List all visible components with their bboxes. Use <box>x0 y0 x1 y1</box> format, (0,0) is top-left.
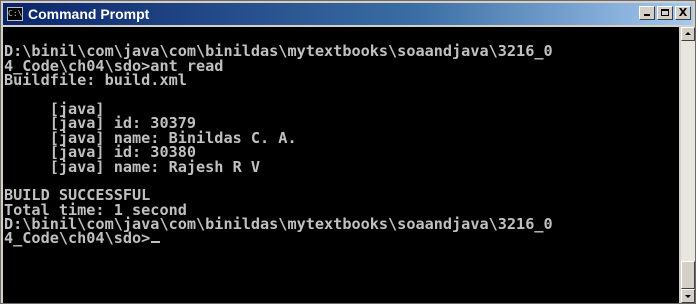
console-text: D:\binil\com\java\com\binildas\mytextboo… <box>3 27 679 246</box>
window-title: Command Prompt <box>28 6 150 22</box>
close-button[interactable]: X <box>675 6 691 20</box>
minimize-button[interactable] <box>639 6 655 20</box>
maximize-button[interactable] <box>657 6 673 20</box>
minimize-icon <box>644 14 650 16</box>
prompt-line: 4_Code\ch04\sdo> <box>4 229 679 248</box>
prompt-text: 4_Code\ch04\sdo> <box>4 229 151 248</box>
title-bar[interactable]: C:\ Command Prompt X <box>3 3 693 25</box>
cmd-icon[interactable]: C:\ <box>7 7 23 21</box>
arrow-up-icon <box>685 32 691 35</box>
arrow-down-icon <box>685 295 691 298</box>
scroll-down-button[interactable] <box>681 289 695 303</box>
scrollbar-thumb[interactable] <box>681 261 695 289</box>
vertical-scrollbar[interactable] <box>681 27 695 303</box>
console-output[interactable]: D:\binil\com\java\com\binildas\mytextboo… <box>3 27 679 303</box>
console-line: Buildfile: build.xml <box>4 71 187 90</box>
close-icon: X <box>678 6 688 19</box>
text-cursor <box>151 241 161 244</box>
window-controls: X <box>637 6 691 20</box>
command-prompt-window: C:\ Command Prompt X D:\binil\com\java\c… <box>0 0 696 304</box>
console-line: [java] name: Rajesh R V <box>4 157 261 176</box>
scroll-up-button[interactable] <box>681 27 695 41</box>
maximize-icon <box>661 9 669 16</box>
